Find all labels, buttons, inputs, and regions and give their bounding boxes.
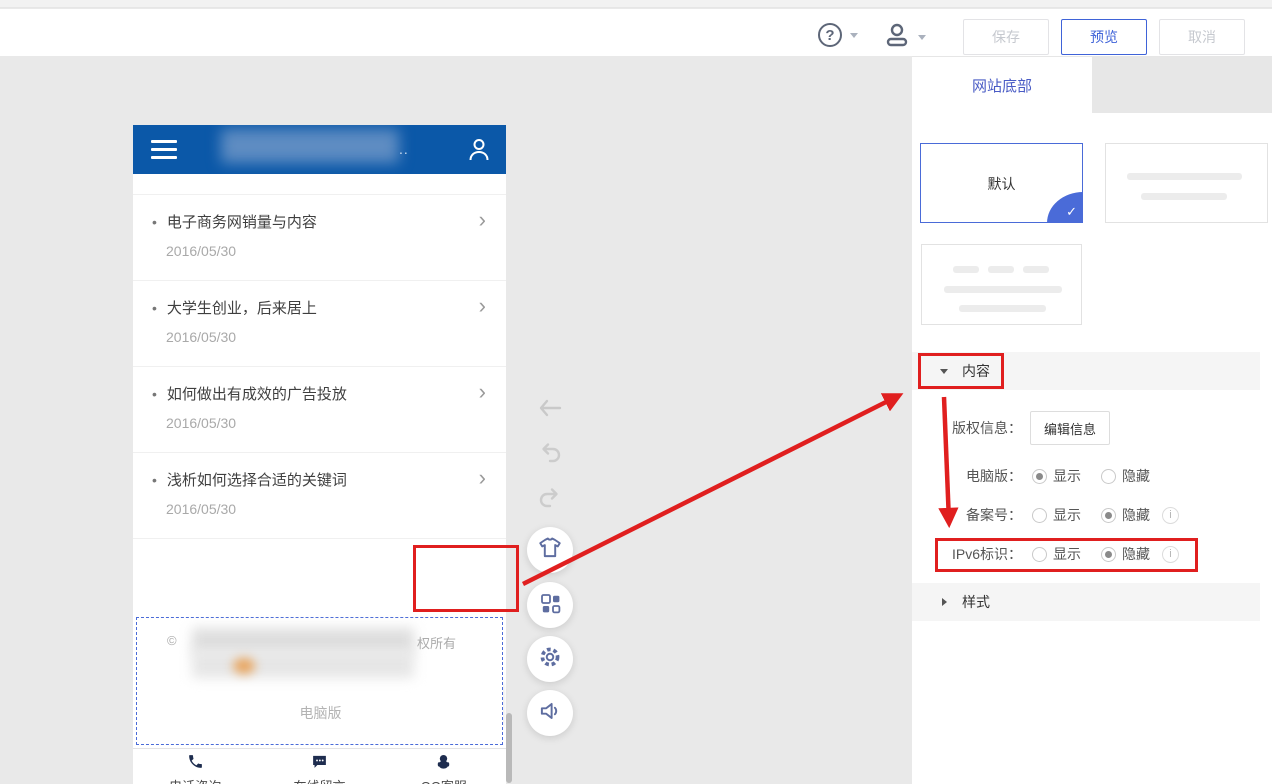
speaker-icon <box>537 698 563 729</box>
phone-icon <box>187 757 204 774</box>
tabbar-empty <box>1092 57 1272 113</box>
article-list-item[interactable]: • 如何做出有成效的广告投放 2016/05/30 › <box>133 367 506 453</box>
ipv6-row: IPv6标识： 显示 隐藏 i <box>912 540 1272 568</box>
preview-button[interactable]: 预览 <box>1061 19 1147 55</box>
bullet-icon: • <box>152 300 157 316</box>
pc-show-radio[interactable] <box>1032 469 1047 484</box>
pc-version-link[interactable]: 电脑版 <box>137 703 504 723</box>
chevron-right-icon: › <box>479 379 486 405</box>
icp-show-radio[interactable] <box>1032 508 1047 523</box>
article-list-item[interactable]: • 浅析如何选择合适的关键词 2016/05/30 › <box>133 453 506 539</box>
account-menu[interactable] <box>884 21 926 54</box>
article-title: 电子商务网销量与内容 <box>167 211 317 232</box>
gear-icon <box>537 644 563 675</box>
check-icon: ✓ <box>1066 204 1077 220</box>
bullet-icon: • <box>152 386 157 402</box>
chevron-down-icon <box>918 35 926 40</box>
info-icon[interactable]: i <box>1162 507 1179 524</box>
back-arrow-button[interactable] <box>538 398 562 423</box>
mobile-header: .. <box>133 125 506 174</box>
site-title-ellipsis: .. <box>399 141 409 157</box>
list-row-partial <box>133 174 506 195</box>
article-title: 如何做出有成效的广告投放 <box>167 383 347 404</box>
settings-button[interactable] <box>527 636 573 682</box>
hamburger-menu-icon[interactable] <box>151 140 177 164</box>
panel-tabbar: 网站底部 <box>912 56 1272 112</box>
edit-info-button[interactable]: 编辑信息 <box>1030 411 1110 445</box>
qq-icon <box>435 757 452 774</box>
footer-edit-region[interactable]: © 权所有 电脑版 <box>136 617 503 745</box>
info-icon[interactable]: i <box>1162 546 1179 563</box>
article-list-item[interactable]: • 大学生创业，后来居上 2016/05/30 › <box>133 281 506 367</box>
copyright-symbol: © <box>167 633 177 648</box>
caret-down-icon <box>940 369 948 374</box>
chevron-right-icon: › <box>479 465 486 491</box>
section-content-header[interactable]: 内容 <box>912 352 1260 390</box>
chevron-down-icon <box>850 33 858 38</box>
template-card-2[interactable] <box>1105 143 1268 223</box>
tab-site-footer[interactable]: 网站底部 <box>912 57 1092 113</box>
article-date: 2016/05/30 <box>166 243 236 259</box>
browser-top-strip <box>0 0 1272 8</box>
mobile-bottom-nav: 电话咨询 在线留言 QQ客服 <box>133 748 506 784</box>
article-date: 2016/05/30 <box>166 329 236 345</box>
mobile-preview: .. • 电子商务网销量与内容 2016/05/30 › • 大学生创业，后来居上 … <box>133 125 506 784</box>
nav-phone-consult[interactable]: 电话咨询 <box>133 749 257 784</box>
site-title-blurred <box>221 129 399 163</box>
chevron-right-icon: › <box>479 293 486 319</box>
caret-right-icon <box>942 598 947 606</box>
mobile-user-icon[interactable] <box>468 137 490 167</box>
icp-hide-radio[interactable] <box>1101 508 1116 523</box>
nav-qq-service[interactable]: QQ客服 <box>382 749 506 784</box>
message-icon <box>311 757 328 774</box>
settings-panel: 网站底部 默认 ✓ 内容 版权信息： 编辑信息 电脑版： <box>912 56 1272 784</box>
user-icon <box>884 21 910 54</box>
editor-stage: ? 保存 预览 取消 .. • 电子商务网销量与内容 2016/05/30 › <box>0 0 1272 784</box>
section-style-header[interactable]: 样式 <box>912 583 1260 621</box>
pc-hide-radio[interactable] <box>1101 469 1116 484</box>
modules-button[interactable] <box>527 582 573 628</box>
chevron-right-icon: › <box>479 207 486 233</box>
article-list-item[interactable]: • 电子商务网销量与内容 2016/05/30 › <box>133 195 506 281</box>
ipv6-hide-radio[interactable] <box>1101 547 1116 562</box>
cancel-button[interactable]: 取消 <box>1159 19 1245 55</box>
tshirt-icon <box>537 535 563 566</box>
article-date: 2016/05/30 <box>166 501 236 517</box>
article-title: 大学生创业，后来居上 <box>167 297 317 318</box>
bullet-icon: • <box>152 472 157 488</box>
record-blurred-text <box>192 650 414 678</box>
article-title: 浅析如何选择合适的关键词 <box>167 469 347 490</box>
badge-blurred <box>233 658 255 674</box>
help-menu[interactable]: ? <box>818 23 858 47</box>
grid-icon <box>538 591 562 620</box>
sound-button[interactable] <box>527 690 573 736</box>
copyright-info-row: 版权信息： 编辑信息 <box>912 411 1272 445</box>
undo-button[interactable] <box>538 441 562 470</box>
pc-version-row: 电脑版： 显示 隐藏 <box>912 462 1272 490</box>
nav-online-message[interactable]: 在线留言 <box>257 749 381 784</box>
bullet-icon: • <box>152 214 157 230</box>
save-button[interactable]: 保存 <box>963 19 1049 55</box>
theme-button[interactable] <box>527 527 573 573</box>
help-icon: ? <box>818 23 842 47</box>
copyright-suffix: 权所有 <box>417 633 456 652</box>
redo-button[interactable] <box>538 486 562 515</box>
template-card-default[interactable]: 默认 ✓ <box>920 143 1083 223</box>
ipv6-show-radio[interactable] <box>1032 547 1047 562</box>
icp-number-row: 备案号： 显示 隐藏 i <box>912 501 1272 529</box>
phone-scrollbar[interactable] <box>506 713 512 783</box>
article-date: 2016/05/30 <box>166 415 236 431</box>
selected-check-badge: ✓ <box>1047 192 1083 223</box>
template-card-3[interactable] <box>921 244 1082 325</box>
app-header: ? 保存 预览 取消 <box>0 9 1272 56</box>
